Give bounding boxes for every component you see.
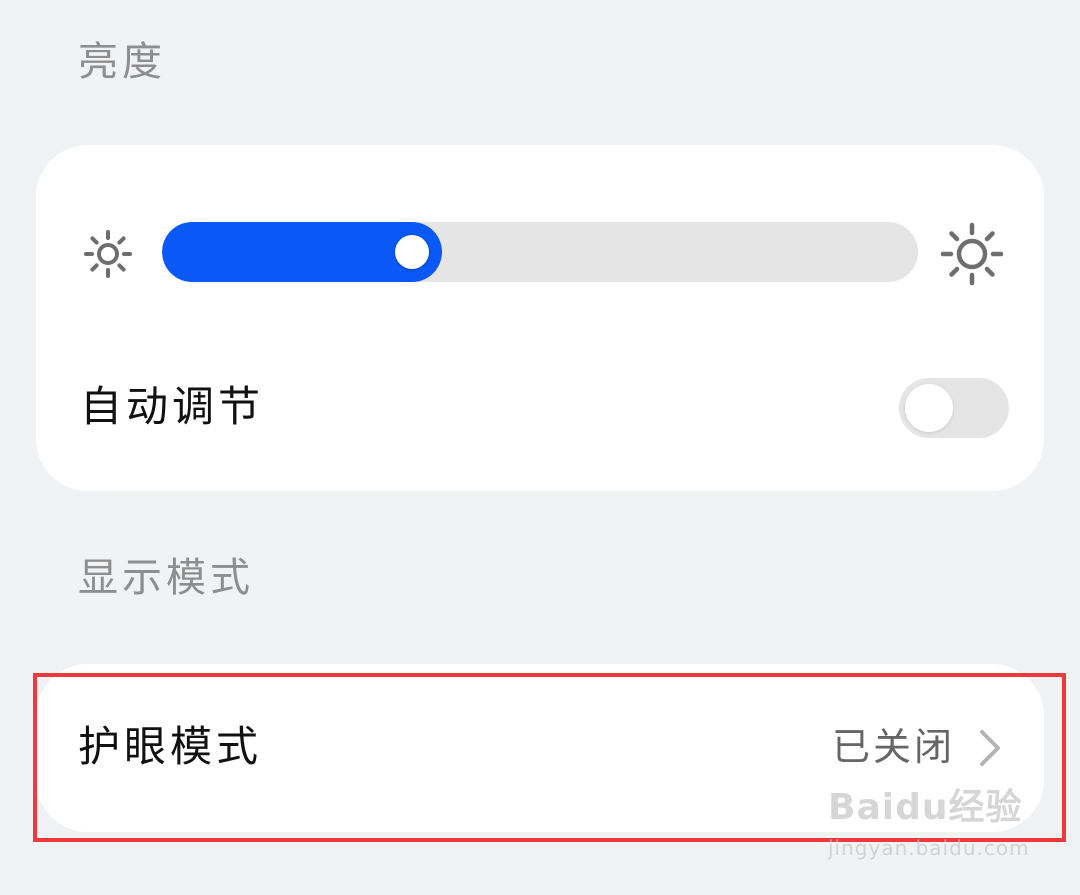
brightness-section-title: 亮度 xyxy=(78,39,166,85)
brightness-slider[interactable] xyxy=(162,222,918,282)
eye-comfort-label: 护眼模式 xyxy=(78,722,263,771)
watermark: Baidu经验 jingyan.baidu.com xyxy=(828,787,1030,861)
watermark-url: jingyan.baidu.com xyxy=(828,836,1030,860)
brightness-high-icon xyxy=(940,222,1004,286)
brightness-low-icon xyxy=(84,230,132,278)
auto-adjust-label: 自动调节 xyxy=(80,382,265,431)
display-mode-section-title: 显示模式 xyxy=(78,555,254,601)
toggle-knob xyxy=(905,384,953,432)
brightness-slider-thumb[interactable] xyxy=(395,235,429,269)
eye-comfort-status: 已关闭 xyxy=(832,725,956,769)
brightness-card xyxy=(36,145,1044,491)
chevron-right-icon xyxy=(980,730,1000,766)
watermark-brand: Baidu经验 xyxy=(828,787,1023,828)
auto-adjust-toggle[interactable] xyxy=(899,378,1009,438)
